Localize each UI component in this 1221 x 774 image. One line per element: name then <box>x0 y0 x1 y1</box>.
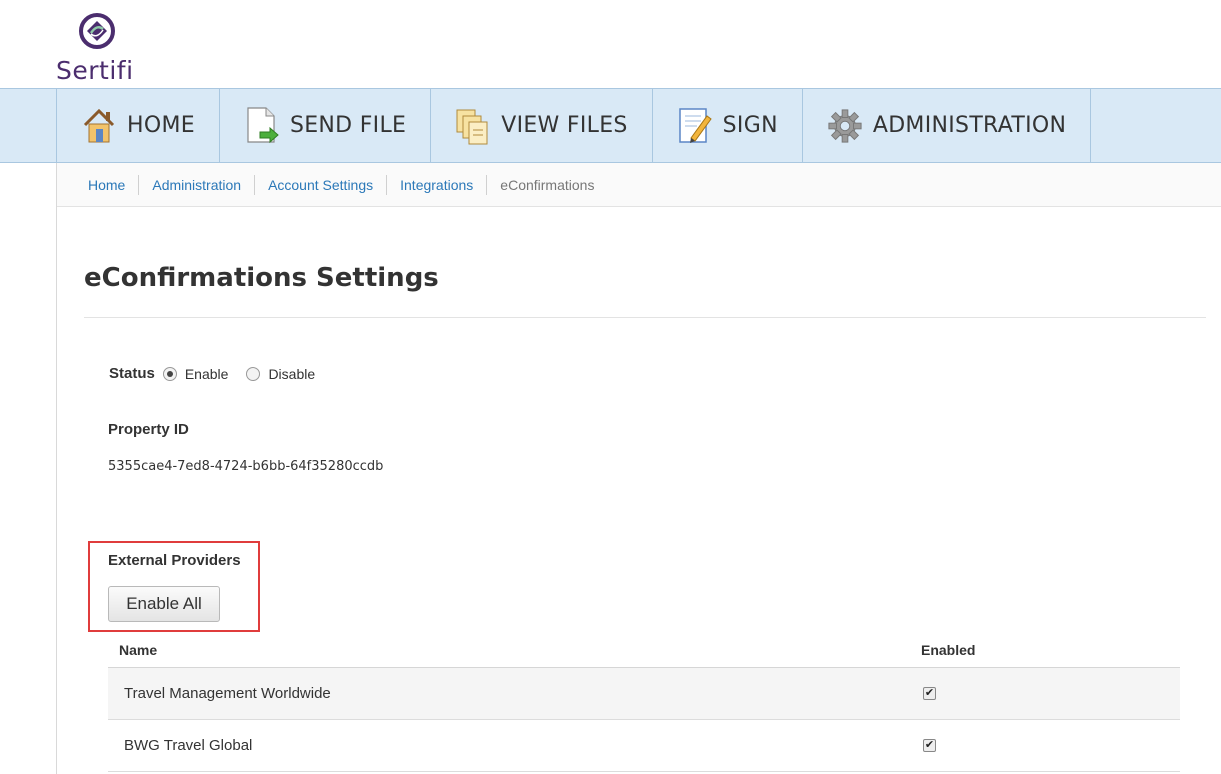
status-row: Status Enable Disable <box>109 365 333 382</box>
nav-item-administration[interactable]: ADMINISTRATION <box>803 89 1092 162</box>
breadcrumb: Home Administration Account Settings Int… <box>57 163 1221 207</box>
main-content: Home Administration Account Settings Int… <box>56 163 1221 774</box>
status-disable-label[interactable]: Disable <box>268 366 315 382</box>
nav-label-send-file: SEND FILE <box>289 113 407 138</box>
sertifi-logo-icon <box>79 13 115 49</box>
nav-item-send-file[interactable]: SEND FILE <box>220 89 432 162</box>
nav-label-sign: SIGN <box>722 113 778 138</box>
enable-all-button[interactable]: Enable All <box>108 586 220 622</box>
title-divider <box>84 317 1206 318</box>
gear-icon <box>827 106 863 146</box>
column-header-name: Name <box>119 642 158 658</box>
table-row: Travel Management Worldwide ✔ <box>108 668 1180 720</box>
provider-enabled-checkbox[interactable]: ✔ <box>923 687 936 700</box>
logo-text: Sertifi <box>56 56 134 85</box>
nav-label-view-files: VIEW FILES <box>501 113 628 138</box>
breadcrumb-integrations[interactable]: Integrations <box>387 174 488 195</box>
external-providers-label: External Providers <box>108 552 241 569</box>
house-icon <box>81 106 117 146</box>
provider-name: Travel Management Worldwide <box>124 685 331 702</box>
view-files-icon <box>455 106 491 146</box>
nav-item-view-files[interactable]: VIEW FILES <box>431 89 653 162</box>
nav-label-administration: ADMINISTRATION <box>872 113 1067 138</box>
property-id-value: 5355cae4-7ed8-4724-b6bb-64f35280ccdb <box>108 459 384 474</box>
breadcrumb-account-settings[interactable]: Account Settings <box>255 174 388 195</box>
breadcrumb-econfirmations: eConfirmations <box>500 176 595 193</box>
status-disable-radio[interactable] <box>246 366 261 381</box>
breadcrumb-home[interactable]: Home <box>75 174 140 195</box>
breadcrumb-administration[interactable]: Administration <box>139 174 256 195</box>
status-enable-label[interactable]: Enable <box>185 366 229 382</box>
nav-item-home[interactable]: HOME <box>57 89 220 162</box>
status-enable-radio[interactable] <box>162 366 177 381</box>
table-header: Name Enabled <box>108 633 1180 668</box>
column-header-enabled: Enabled <box>921 642 976 658</box>
nav-label-home: HOME <box>127 113 195 138</box>
app-header: Sertifi <box>0 0 1221 88</box>
sign-icon <box>677 106 713 146</box>
nav-item-sign[interactable]: SIGN <box>653 89 803 162</box>
providers-table: Name Enabled Travel Management Worldwide… <box>108 633 1180 772</box>
sertifi-logo[interactable]: Sertifi <box>56 12 140 85</box>
send-file-icon <box>244 106 280 146</box>
provider-enabled-checkbox[interactable]: ✔ <box>923 739 936 752</box>
table-row: BWG Travel Global ✔ <box>108 720 1180 772</box>
main-nav: HOME SEND FILE VIEW FILES SIGN ADMINISTR… <box>0 88 1221 163</box>
page-title: eConfirmations Settings <box>84 263 439 293</box>
status-label: Status <box>109 365 155 382</box>
provider-name: BWG Travel Global <box>124 737 253 754</box>
property-id-label: Property ID <box>108 421 189 438</box>
